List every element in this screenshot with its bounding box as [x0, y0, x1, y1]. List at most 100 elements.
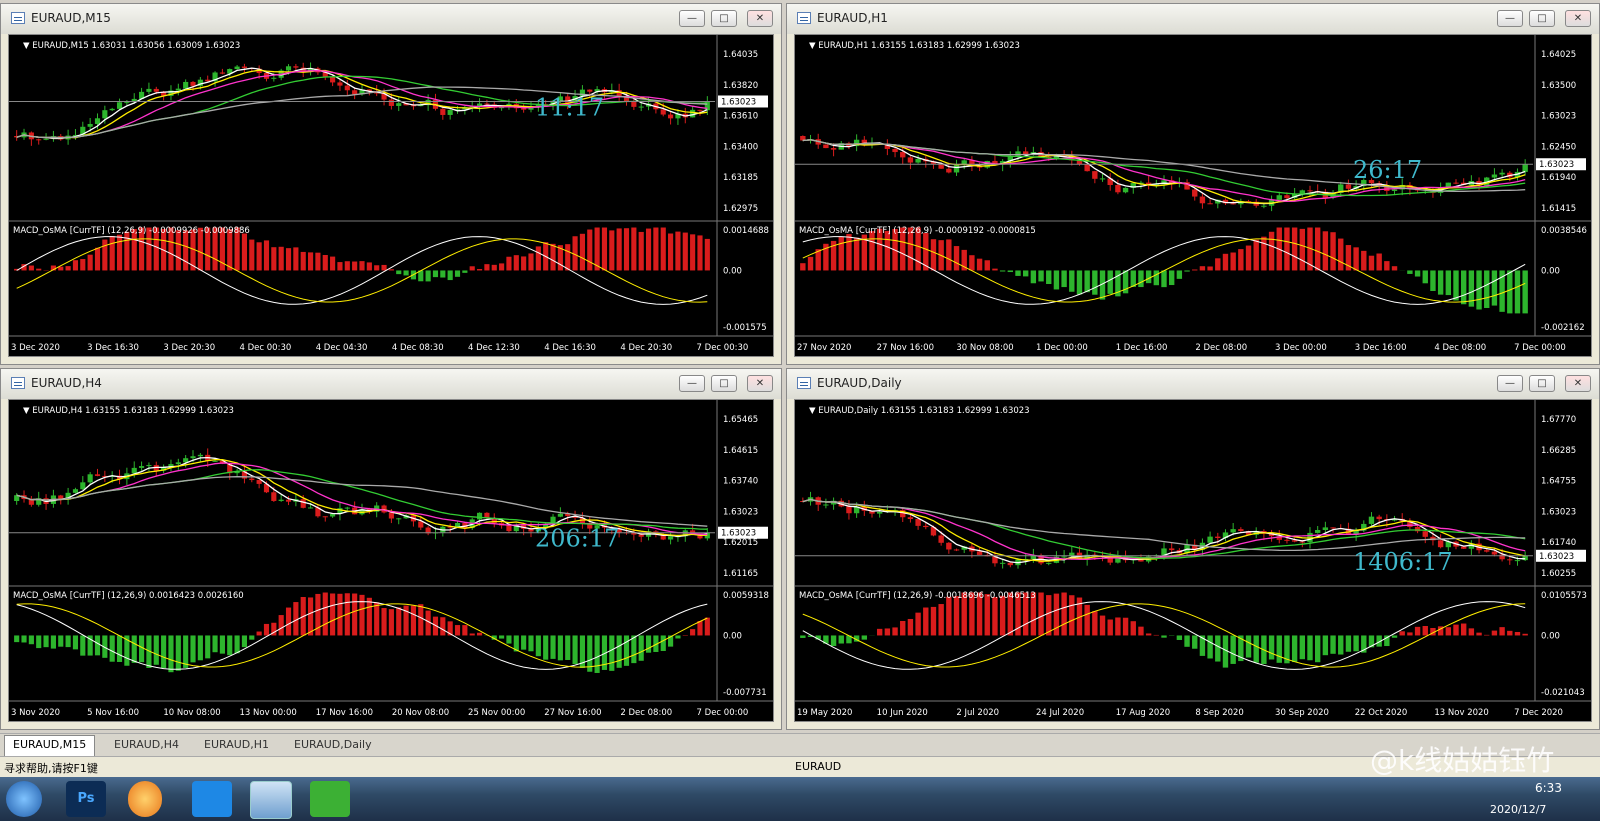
tab-euraud-m15[interactable]: EURAUD,M15 [4, 735, 96, 756]
chart-window-icon [797, 377, 811, 389]
browser-icon[interactable] [128, 781, 162, 817]
macd-histogram-bar [521, 256, 527, 271]
minimize-icon[interactable]: — [1497, 375, 1523, 392]
macd-histogram-bar [1092, 270, 1098, 295]
macd-axis-tick: 0.0014688 [723, 226, 769, 236]
price-chart[interactable]: 1.63023 1.64035 1.63820 1.63610 1.63400 1.631… [8, 34, 774, 357]
close-icon[interactable]: ✕ [1565, 375, 1591, 392]
macd-histogram-bar [307, 252, 314, 271]
taskbar-date: 2020/12/7 [1490, 803, 1547, 816]
price-chart[interactable]: 1.63023 1.65465 1.64615 1.63740 1.63023 1.620… [8, 399, 774, 722]
macd-histogram-bar [1376, 253, 1382, 271]
close-icon[interactable]: ✕ [747, 375, 773, 392]
maximize-icon[interactable]: □ [711, 10, 737, 27]
app-icon[interactable] [192, 781, 232, 817]
tab-euraud-h4[interactable]: EURAUD,H4 [106, 736, 187, 754]
candle-body [946, 542, 952, 550]
chart-window-daily[interactable]: EURAUD,Daily — □ ✕ 1.63023 1.67770 1.66285 1.64… [786, 368, 1600, 730]
minimize-icon[interactable]: — [679, 10, 705, 27]
minimize-icon[interactable]: — [1497, 10, 1523, 27]
time-axis-label: 22 Oct 2020 [1355, 708, 1408, 718]
close-icon[interactable]: ✕ [1565, 10, 1591, 27]
macd-histogram-bar [846, 234, 852, 271]
macd-histogram-bar [1345, 635, 1352, 652]
candle-body [1022, 151, 1029, 155]
window-titlebar[interactable]: EURAUD,H1 — □ ✕ [787, 4, 1599, 34]
macd-histogram-bar [915, 612, 921, 636]
macd-histogram-bar [249, 239, 255, 271]
windows-start-icon[interactable] [6, 781, 42, 817]
macd-histogram-bar [1207, 635, 1213, 659]
candle-body [271, 492, 277, 501]
macd-histogram-bar [447, 270, 453, 281]
macd-histogram-bar [1076, 270, 1083, 295]
macd-histogram-bar [631, 635, 637, 664]
macd-histogram-bar [80, 259, 86, 271]
maximize-icon[interactable]: □ [711, 375, 737, 392]
macd-histogram-bar [1460, 270, 1467, 305]
price-axis-tick: 1.62450 [1541, 142, 1576, 152]
macd-axis-tick: 0.00 [1541, 631, 1560, 641]
candle-body [1092, 171, 1098, 179]
macd-histogram-bar [219, 635, 225, 654]
macd-histogram-bar [21, 635, 27, 643]
macd-label: MACD_OsMA [CurrTF] (12,26,9) -0.0018696 … [799, 591, 1036, 601]
macd-histogram-bar [337, 262, 343, 271]
window-titlebar[interactable]: EURAUD,H4 — □ ✕ [1, 369, 781, 399]
candle-body [846, 506, 852, 514]
macd-histogram-bar [1230, 252, 1236, 271]
candle-body [352, 90, 358, 95]
price-chart[interactable]: 1.63023 1.67770 1.66285 1.64755 1.63023 1.617… [794, 399, 1592, 722]
macd-histogram-bar [80, 635, 86, 656]
candle-body [1299, 190, 1306, 194]
close-icon[interactable]: ✕ [747, 10, 773, 27]
price-axis-tick: 1.60255 [1541, 569, 1576, 579]
macd-histogram-bar [1053, 270, 1060, 290]
candle-body [249, 478, 255, 481]
tab-euraud-daily[interactable]: EURAUD,Daily [286, 736, 380, 754]
chart-window-h4[interactable]: EURAUD,H4 — □ ✕ 1.63023 1.65465 1.64615 1.63740… [0, 368, 782, 730]
candle-body [876, 511, 883, 514]
macd-histogram-bar [1330, 635, 1336, 654]
candle-body [396, 103, 402, 106]
candle-body [1199, 196, 1206, 204]
photoshop-icon[interactable]: Ps [66, 781, 106, 817]
watermark-text: @k线姑姑钰竹 [1370, 744, 1555, 777]
macd-histogram-bar [800, 263, 806, 271]
macd-histogram-bar [1038, 270, 1044, 282]
macd-histogram-bar [109, 235, 115, 271]
chart-window-m15[interactable]: EURAUD,M15 — □ ✕ 1.63023 1.64035 1.63820 1.6361… [0, 3, 782, 365]
time-axis-label: 2 Jul 2020 [956, 708, 999, 718]
candle-body [1522, 164, 1528, 172]
macd-histogram-bar [1099, 615, 1106, 636]
minimize-icon[interactable]: — [679, 375, 705, 392]
macd-histogram-bar [969, 255, 975, 271]
maximize-icon[interactable]: □ [1529, 10, 1555, 27]
macd-histogram-bar [388, 609, 394, 636]
price-chart[interactable]: 1.63023 1.64025 1.63500 1.63023 1.62450 1.619… [794, 34, 1592, 357]
macd-histogram-bar [1092, 611, 1098, 636]
time-axis-label: 25 Nov 00:00 [468, 708, 525, 718]
candle-body [80, 482, 86, 490]
macd-histogram-bar [953, 246, 960, 271]
time-axis-label: 30 Sep 2020 [1275, 708, 1329, 718]
macd-histogram-bar [623, 635, 630, 666]
window-titlebar[interactable]: EURAUD,Daily — □ ✕ [787, 369, 1599, 399]
terminal-icon[interactable] [250, 781, 292, 819]
candle-body [915, 158, 921, 163]
maximize-icon[interactable]: □ [1529, 375, 1555, 392]
wechat-icon[interactable] [310, 781, 350, 817]
macd-histogram-bar [653, 227, 659, 271]
time-axis-label: 1 Dec 00:00 [1036, 343, 1088, 353]
time-axis-label: 4 Dec 16:30 [544, 343, 596, 353]
window-titlebar[interactable]: EURAUD,M15 — □ ✕ [1, 4, 781, 34]
time-axis-label: 13 Nov 2020 [1434, 708, 1488, 718]
macd-histogram-bar [381, 608, 387, 636]
candle-body [440, 108, 446, 115]
chart-window-h1[interactable]: EURAUD,H1— □ ✕ 1.63023 1.64025 1.63500 1.63023… [786, 3, 1600, 365]
candle-body [1215, 536, 1221, 538]
macd-histogram-bar [565, 635, 571, 660]
tab-euraud-h1[interactable]: EURAUD,H1 [196, 736, 277, 754]
macd-axis-tick: 0.0105573 [1541, 591, 1587, 601]
macd-histogram-bar [1061, 270, 1067, 288]
